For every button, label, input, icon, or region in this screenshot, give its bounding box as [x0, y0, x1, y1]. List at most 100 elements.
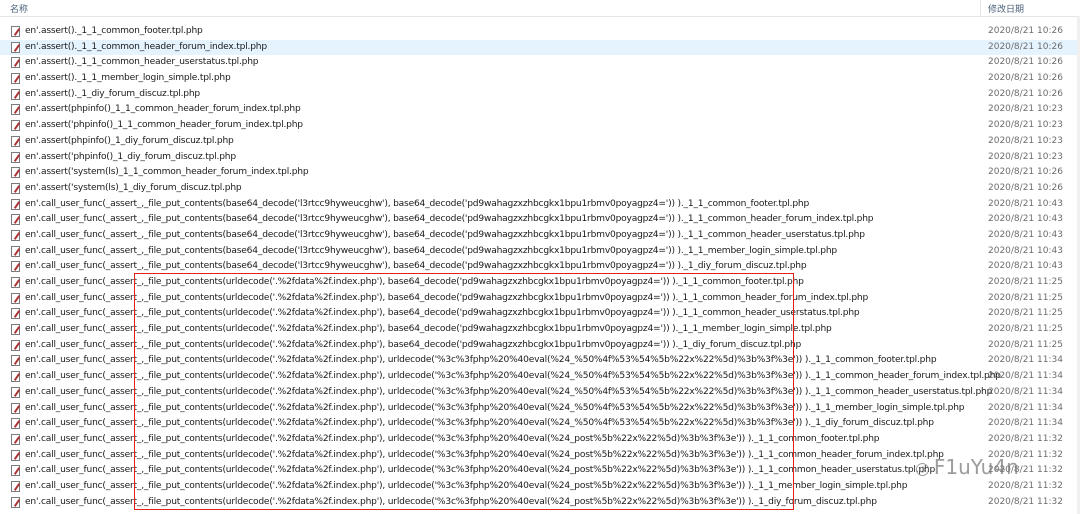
php-file-icon [11, 214, 20, 226]
php-file-icon [11, 261, 20, 273]
file-name: en'.call_user_func(_assert_,_file_put_co… [25, 386, 993, 397]
file-modified-date: 2020/8/21 10:43 [988, 198, 1063, 209]
php-file-icon [11, 73, 20, 85]
file-row[interactable]: en'.call_user_func(_assert_,_file_put_co… [0, 212, 1080, 228]
wechat-logo-icon: ◎ [915, 459, 930, 479]
file-row[interactable]: en'.call_user_func(_assert_,_file_put_co… [0, 479, 1080, 495]
file-modified-date: 2020/8/21 10:43 [988, 245, 1063, 256]
file-name: en'.call_user_func(_assert_,_file_put_co… [25, 449, 944, 460]
php-file-icon [11, 41, 20, 53]
file-modified-date: 2020/8/21 11:25 [988, 324, 1063, 335]
php-file-icon [11, 167, 20, 179]
file-modified-date: 2020/8/21 10:26 [988, 41, 1063, 52]
file-name: en'.call_user_func(_assert_,_file_put_co… [25, 355, 937, 366]
php-file-icon [11, 245, 20, 257]
php-file-icon [11, 449, 20, 461]
php-file-icon [11, 151, 20, 163]
file-row[interactable]: en'.assert('phpinfo()_1_1_common_header_… [0, 118, 1080, 134]
column-header-name[interactable]: 名称 [10, 2, 28, 15]
file-row[interactable]: en'.assert('phpinfo()_1_diy_forum_discuz… [0, 150, 1080, 166]
file-name: en'.call_user_func(_assert_,_file_put_co… [25, 198, 810, 209]
php-file-icon [11, 496, 20, 508]
column-divider[interactable] [980, 0, 981, 16]
file-row[interactable]: en'.call_user_func(_assert_,_file_put_co… [0, 353, 1080, 369]
php-file-icon [11, 88, 20, 100]
php-file-icon [11, 465, 20, 477]
file-modified-date: 2020/8/21 11:25 [988, 308, 1063, 319]
column-header-bar: 名称 ⌃ 修改日期 [0, 0, 1080, 17]
file-modified-date: 2020/8/21 11:25 [988, 292, 1063, 303]
file-name: en'.call_user_func(_assert_,_file_put_co… [25, 277, 804, 287]
php-file-icon [11, 386, 20, 398]
file-name: en'.call_user_func(_assert_,_file_put_co… [25, 261, 807, 272]
file-row[interactable]: en'.call_user_func(_assert_,_file_put_co… [0, 197, 1080, 213]
php-file-icon [11, 308, 20, 320]
file-name: en'.call_user_func(_assert_,_file_put_co… [25, 465, 936, 476]
file-modified-date: 2020/8/21 10:26 [988, 182, 1063, 193]
php-file-icon [11, 120, 20, 132]
file-row[interactable]: en'.call_user_func(_assert_,_file_put_co… [0, 495, 1080, 511]
file-row[interactable]: en'.assert('system(ls)_1_diy_forum_discu… [0, 181, 1080, 197]
file-modified-date: 2020/8/21 11:32 [988, 496, 1063, 507]
file-row[interactable]: en'.assert()._1_1_member_login_simple.tp… [0, 71, 1080, 87]
file-row[interactable]: en'.call_user_func(_assert_,_file_put_co… [0, 432, 1080, 448]
file-name: en'.call_user_func(_assert_,_file_put_co… [25, 433, 880, 444]
file-row[interactable]: en'.call_user_func(_assert_,_file_put_co… [0, 291, 1080, 307]
file-row[interactable]: en'.call_user_func(_assert_,_file_put_co… [0, 322, 1080, 338]
file-modified-date: 2020/8/21 11:34 [988, 386, 1063, 397]
php-file-icon [11, 182, 20, 194]
file-name: en'.call_user_func(_assert_,_file_put_co… [25, 324, 832, 335]
file-row[interactable]: en'.call_user_func(_assert_,_file_put_co… [0, 385, 1080, 401]
sort-chevron-icon: ⌃ [489, 0, 496, 5]
file-name: en'.call_user_func(_assert_,_file_put_co… [25, 214, 874, 225]
php-file-icon [11, 402, 20, 414]
file-modified-date: 2020/8/21 10:26 [988, 57, 1063, 68]
file-row[interactable]: en'.assert()._1_1_common_footer.tpl.php 2… [0, 24, 1080, 40]
file-modified-date: 2020/8/21 10:26 [988, 88, 1063, 99]
file-modified-date: 2020/8/21 11:25 [988, 339, 1063, 350]
file-modified-date: 2020/8/21 11:32 [988, 433, 1063, 444]
php-file-icon [11, 198, 20, 210]
file-modified-date: 2020/8/21 11:25 [988, 277, 1063, 287]
php-file-icon [11, 135, 20, 147]
file-name: en'.assert('system(ls)_1_1_common_header… [25, 167, 309, 178]
file-row[interactable]: en'.call_user_func(_assert_,_file_put_co… [0, 369, 1080, 385]
file-row[interactable]: en'.assert()._1_diy_forum_discuz.tpl.php… [0, 87, 1080, 103]
php-file-icon [11, 229, 20, 241]
file-name: en'.call_user_func(_assert_,_file_put_co… [25, 245, 837, 256]
file-name: en'.call_user_func(_assert_,_file_put_co… [25, 339, 802, 350]
file-row[interactable]: en'.call_user_func(_assert_,_file_put_co… [0, 416, 1080, 432]
php-file-icon [11, 324, 20, 336]
file-name: en'.assert()._1_1_common_header_forum_in… [25, 41, 267, 52]
file-name: en'.call_user_func(_assert_,_file_put_co… [25, 229, 865, 240]
php-file-icon [11, 277, 20, 288]
php-file-icon [11, 355, 20, 367]
file-row[interactable]: en'.call_user_func(_assert_,_file_put_co… [0, 401, 1080, 417]
file-name: en'.assert('phpinfo()_1_diy_forum_discuz… [25, 151, 236, 162]
file-modified-date: 2020/8/21 10:23 [988, 120, 1063, 131]
file-row[interactable]: en'.call_user_func(_assert_,_file_put_co… [0, 259, 1080, 275]
file-name: en'.assert(phpinfo()_1_diy_forum_discuz.… [25, 135, 234, 146]
file-row[interactable]: en'.assert(phpinfo()_1_1_common_header_f… [0, 102, 1080, 118]
file-row[interactable]: en'.call_user_func(_assert_,_file_put_co… [0, 306, 1080, 322]
column-header-date[interactable]: 修改日期 [988, 2, 1024, 15]
php-file-icon [11, 339, 20, 351]
file-modified-date: 2020/8/21 11:32 [988, 480, 1063, 491]
file-name: en'.call_user_func(_assert_,_file_put_co… [25, 292, 869, 303]
file-row[interactable]: en'.call_user_func(_assert_,_file_put_co… [0, 275, 1080, 291]
file-name: en'.call_user_func(_assert_,_file_put_co… [25, 371, 1001, 382]
php-file-icon [11, 292, 20, 304]
file-modified-date: 2020/8/21 10:26 [988, 26, 1063, 36]
file-row[interactable]: en'.assert('system(ls)_1_1_common_header… [0, 165, 1080, 181]
file-row[interactable]: en'.assert()._1_1_common_header_forum_in… [0, 39, 1080, 56]
file-name: en'.assert()._1_1_common_footer.tpl.php [25, 26, 203, 36]
file-name: en'.call_user_func(_assert_,_file_put_co… [25, 496, 877, 507]
file-row[interactable]: en'.call_user_func(_assert_,_file_put_co… [0, 244, 1080, 260]
file-row[interactable]: en'.call_user_func(_assert_,_file_put_co… [0, 228, 1080, 244]
php-file-icon [11, 480, 20, 492]
file-row[interactable]: en'.assert(phpinfo()_1_diy_forum_discuz.… [0, 134, 1080, 150]
file-row[interactable]: en'.assert()._1_1_common_header_userstat… [0, 55, 1080, 71]
file-row[interactable]: en'.call_user_func(_assert_,_file_put_co… [0, 338, 1080, 354]
file-name: en'.assert()._1_1_common_header_userstat… [25, 57, 259, 68]
php-file-icon [11, 104, 20, 116]
